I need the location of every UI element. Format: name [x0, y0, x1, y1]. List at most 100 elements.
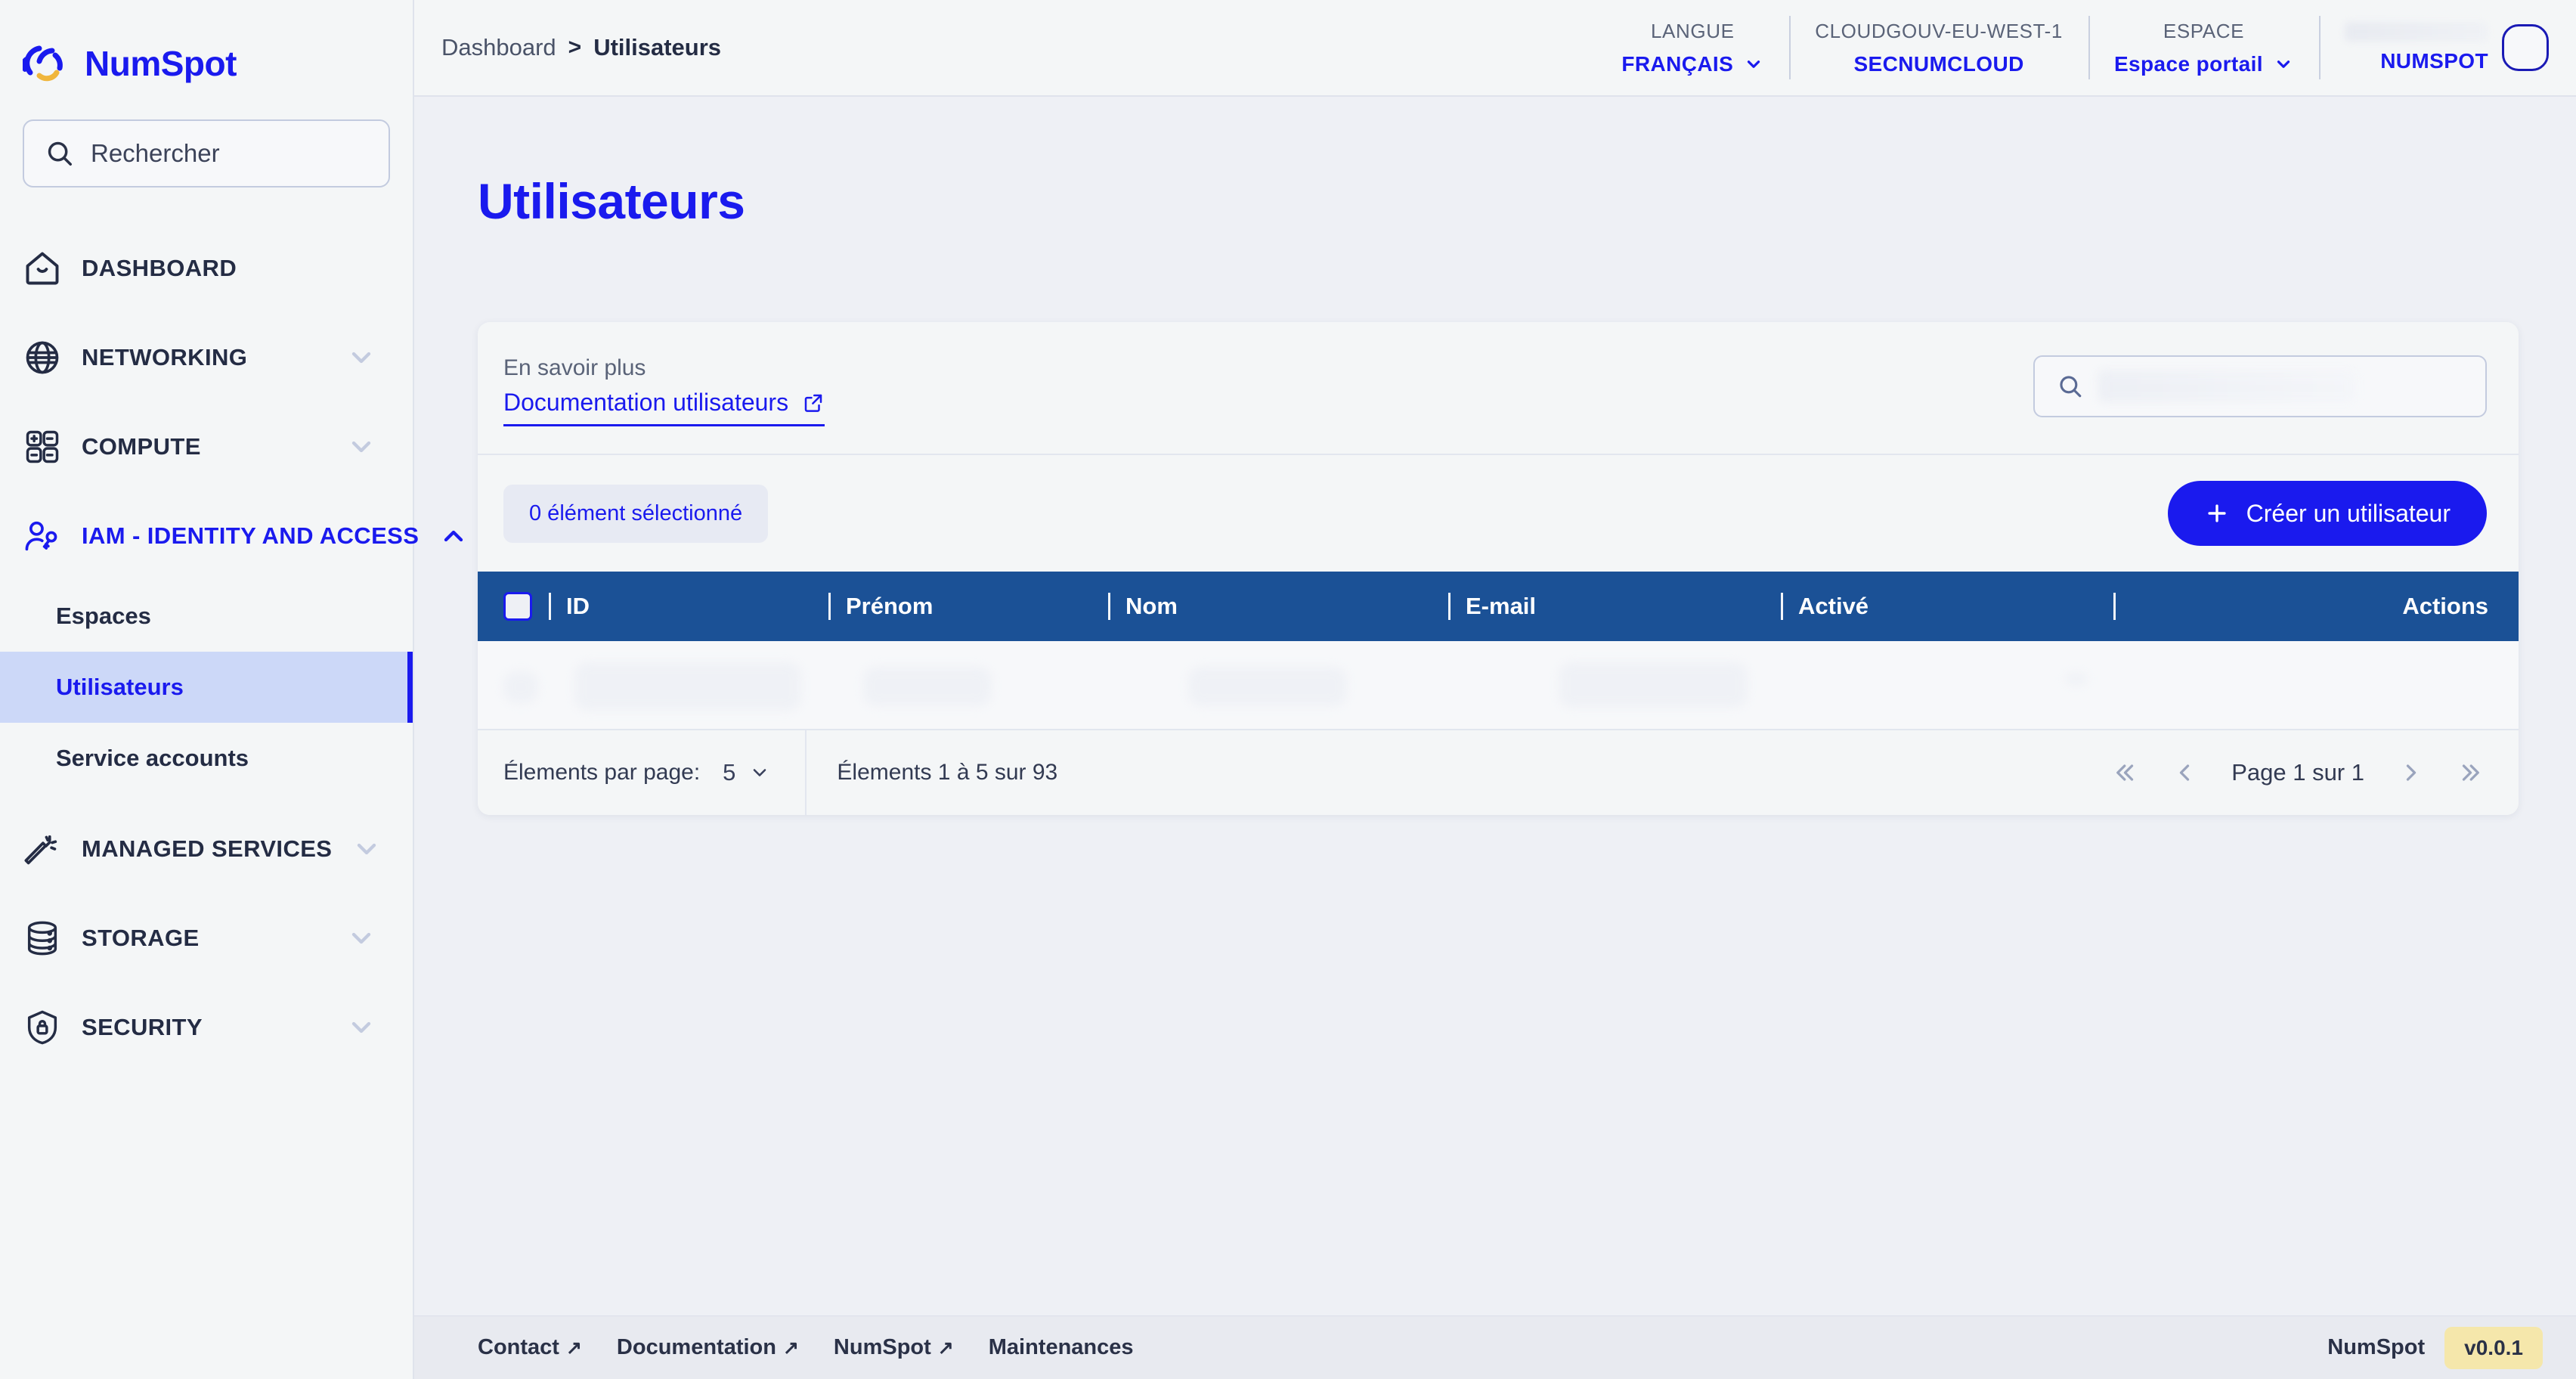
documentation-link-label: Documentation utilisateurs: [503, 389, 789, 416]
page-indicator: Page 1 sur 1: [2231, 759, 2364, 786]
row-skeleton-cell: [1188, 667, 1347, 706]
sidebar-item-label: MANAGED SERVICES: [82, 835, 333, 862]
items-per-page-value-row[interactable]: 5: [723, 759, 770, 786]
column-header-nom[interactable]: Nom: [1108, 593, 1448, 620]
documentation-link[interactable]: Documentation utilisateurs: [503, 389, 825, 426]
space-value-row: Espace portail: [2114, 52, 2293, 76]
column-header-prenom[interactable]: Prénom: [828, 593, 1108, 620]
breadcrumb-current: Utilisateurs: [593, 34, 722, 60]
table-search-placeholder-redacted: [2098, 370, 2355, 402]
create-user-button[interactable]: Créer un utilisateur: [2167, 481, 2487, 546]
language-selector[interactable]: LANGUE FRANÇAIS: [1596, 0, 1789, 96]
learn-more-label: En savoir plus: [503, 355, 646, 380]
sidebar-search[interactable]: Rechercher: [23, 119, 390, 187]
topbar-controls: LANGUE FRANÇAIS CLOUDGOUV-EU-WEST-1 SECN…: [1596, 0, 2576, 96]
chevron-down-icon[interactable]: [351, 834, 382, 864]
column-header-id[interactable]: ID: [549, 593, 828, 620]
row-skeleton-cell: [1559, 662, 1748, 708]
numspot-logo-icon: [20, 39, 71, 88]
sidebar-item-utilisateurs[interactable]: Utilisateurs: [0, 652, 413, 723]
space-value: Espace portail: [2113, 51, 2263, 76]
chevron-down-icon[interactable]: [346, 1012, 376, 1043]
sidebar-item-label: DASHBOARD: [82, 255, 237, 281]
column-header-label: Actions: [2402, 593, 2488, 619]
row-skeleton-cell: [863, 667, 992, 706]
external-arrow-icon: ↗: [565, 1337, 582, 1359]
topbar: Dashboard > Utilisateurs LANGUE FRANÇAIS: [414, 0, 2576, 97]
sidebar-item-storage[interactable]: STORAGE: [0, 894, 413, 983]
search-icon: [45, 139, 74, 168]
sidebar-item-label: STORAGE: [82, 925, 200, 951]
footer-brand: NumSpot: [2327, 1335, 2426, 1359]
sidebar-item-managed-services[interactable]: MANAGED SERVICES: [0, 804, 413, 894]
footer-link-maintenances[interactable]: Maintenances: [989, 1335, 1134, 1360]
table-search-input[interactable]: [2033, 355, 2487, 417]
search-icon: [2057, 373, 2083, 399]
items-per-page-selector[interactable]: Élements par page: 5: [478, 730, 807, 815]
chevron-down-icon[interactable]: [346, 342, 376, 373]
sidebar-item-label: IAM - IDENTITY AND ACCESS: [82, 522, 420, 549]
chevron-down-icon[interactable]: [346, 923, 376, 953]
column-header-active[interactable]: Activé: [1781, 593, 2113, 620]
footer-link-numspot[interactable]: NumSpot ↗: [834, 1335, 954, 1360]
sidebar-item-label: NETWORKING: [82, 344, 248, 370]
sidebar: NumSpot Rechercher DASHBOARD NETWORKING …: [0, 0, 463, 1379]
sidebar-item-compute[interactable]: COMPUTE: [0, 402, 413, 491]
chevron-left-icon[interactable]: [2171, 759, 2198, 786]
table-footer: Élements par page: 5 Élements 1 à 5 sur …: [478, 730, 2519, 815]
items-per-page-value: 5: [723, 759, 736, 786]
column-header-label: E-mail: [1466, 593, 1537, 619]
language-value: FRANÇAIS: [1621, 51, 1734, 76]
user-key-icon: [23, 516, 62, 556]
column-divider: [828, 593, 831, 620]
column-divider: [2113, 593, 2116, 620]
chevrons-left-icon[interactable]: [2110, 759, 2138, 786]
column-header-label: Activé: [1798, 593, 1869, 619]
chevron-down-icon[interactable]: [346, 432, 376, 462]
row-skeleton-cell: [574, 662, 801, 711]
pagination-controls: Page 1 sur 1: [2110, 730, 2519, 815]
chevron-down-icon: [2274, 54, 2293, 74]
content-area: Utilisateurs En savoir plus Documentatio…: [414, 97, 2576, 1315]
footer-links: Contact ↗ Documentation ↗ NumSpot ↗ Main…: [478, 1335, 1134, 1360]
sidebar-item-label: COMPUTE: [82, 433, 201, 460]
chevron-up-icon[interactable]: [438, 521, 469, 551]
breadcrumb-parent[interactable]: Dashboard: [441, 34, 556, 61]
column-header-label: ID: [566, 593, 590, 619]
account-text: NUMSPOT: [2345, 22, 2488, 73]
sidebar-nav: DASHBOARD NETWORKING COMPUTE IAM - IDENT…: [0, 224, 463, 1072]
chevrons-right-icon[interactable]: [2458, 759, 2485, 786]
region-label: CLOUDGOUV-EU-WEST-1: [1815, 19, 2063, 42]
external-arrow-icon: ↗: [937, 1337, 954, 1359]
chevron-right-icon[interactable]: [2398, 759, 2425, 786]
users-card: En savoir plus Documentation utilisateur…: [478, 322, 2519, 815]
sidebar-item-dashboard[interactable]: DASHBOARD: [0, 224, 413, 313]
column-header-actions[interactable]: Actions: [2113, 593, 2519, 620]
sidebar-item-espaces[interactable]: Espaces: [0, 581, 413, 652]
sidebar-item-service-accounts[interactable]: Service accounts: [0, 723, 413, 794]
row-skeleton-cell: [503, 671, 538, 703]
breadcrumb-separator: >: [568, 35, 582, 60]
account-org: NUMSPOT: [2380, 49, 2488, 73]
account-menu[interactable]: NUMSPOT: [2319, 0, 2576, 96]
card-toolbar: 0 élément sélectionné Créer un utilisate…: [478, 455, 2519, 572]
brand-logo[interactable]: NumSpot: [0, 0, 413, 97]
avatar[interactable]: [2502, 24, 2549, 71]
sidebar-item-networking[interactable]: NETWORKING: [0, 313, 413, 402]
column-header-email[interactable]: E-mail: [1448, 593, 1781, 620]
sidebar-item-security[interactable]: SECURITY: [0, 983, 413, 1072]
column-divider: [1448, 593, 1451, 620]
column-divider: [1781, 593, 1783, 620]
globe-icon: [23, 338, 62, 377]
row-skeleton-cell: [2065, 673, 2088, 685]
space-selector[interactable]: ESPACE Espace portail: [2088, 0, 2319, 96]
table-row[interactable]: [478, 641, 2519, 730]
column-divider: [549, 593, 551, 620]
select-all-checkbox[interactable]: [503, 592, 532, 621]
page-footer: Contact ↗ Documentation ↗ NumSpot ↗ Main…: [414, 1315, 2576, 1379]
footer-version-block: NumSpot v0.0.1: [2327, 1326, 2543, 1369]
selection-count-chip[interactable]: 0 élément sélectionné: [503, 484, 769, 543]
sidebar-item-iam[interactable]: IAM - IDENTITY AND ACCESS: [0, 491, 463, 581]
footer-link-contact[interactable]: Contact ↗: [478, 1335, 582, 1360]
footer-link-documentation[interactable]: Documentation ↗: [617, 1335, 799, 1360]
